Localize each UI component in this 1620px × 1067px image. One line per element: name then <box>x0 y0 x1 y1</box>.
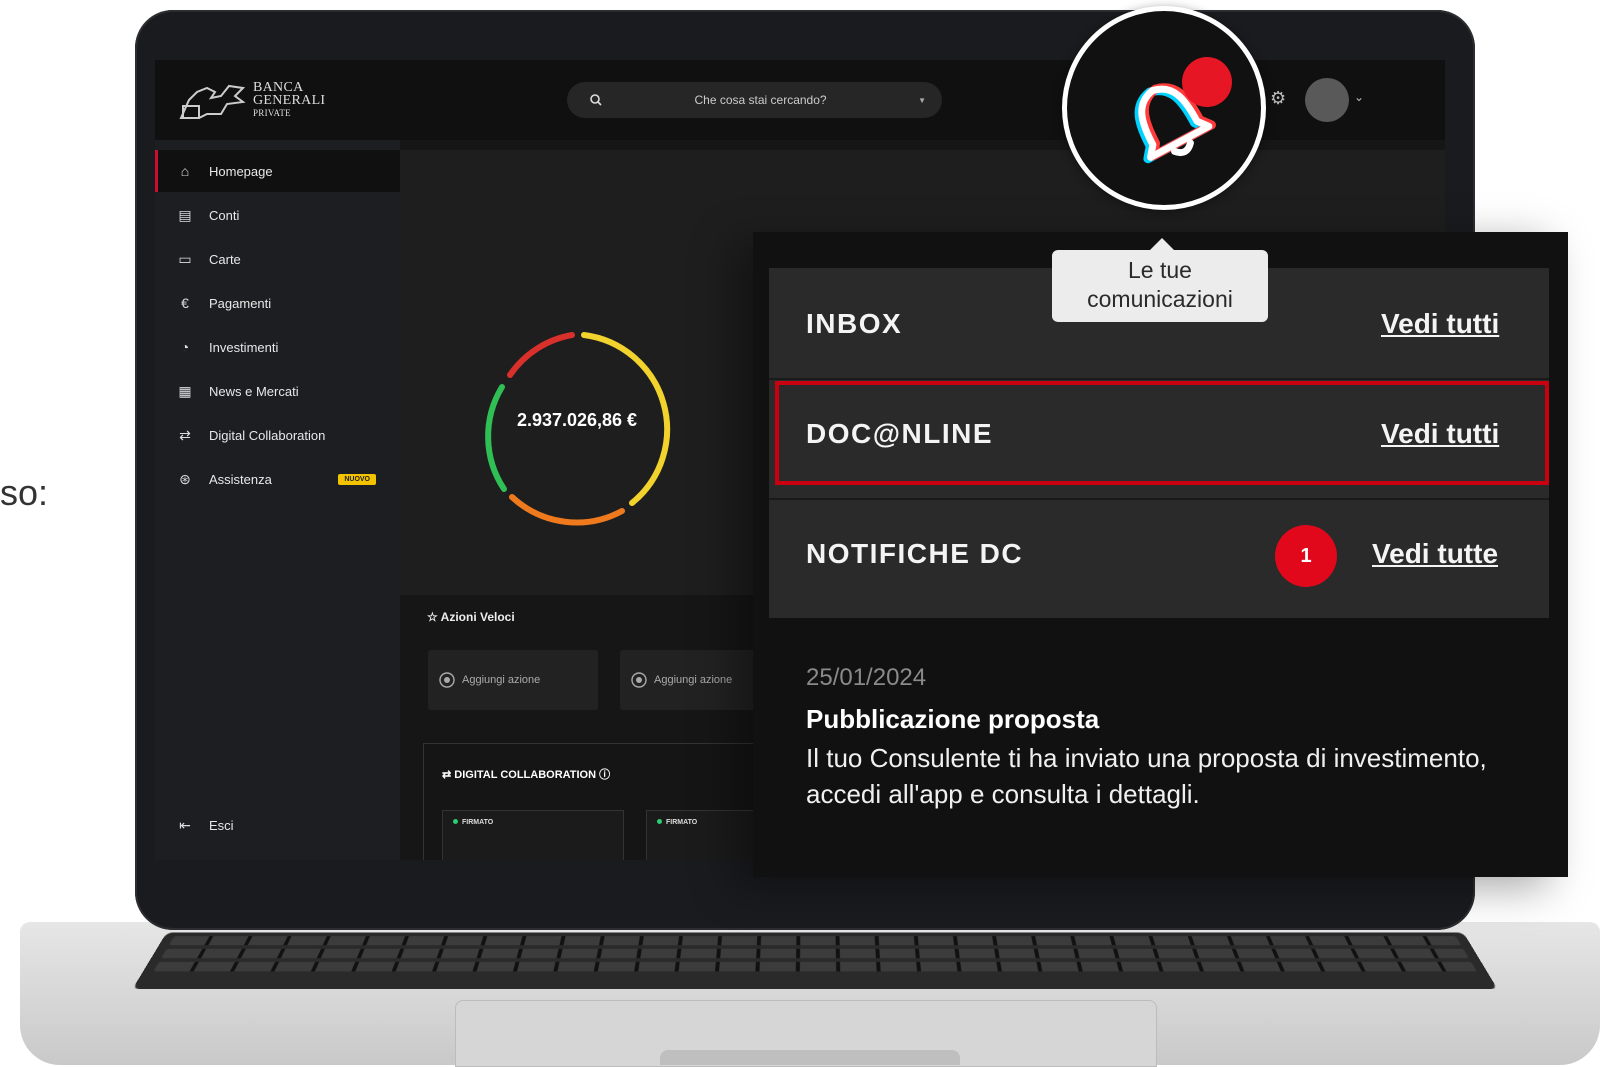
lion-logo-icon <box>179 84 246 119</box>
sidebar-item-digital-collaboration[interactable]: ⇄ Digital Collaboration <box>155 414 400 456</box>
sidebar: ⌂ Homepage ▤ Conti ▭ Carte € Pagamenti ◔… <box>155 140 400 860</box>
sidebar-item-label: Carte <box>209 251 241 267</box>
sidebar-item-label: Assistenza <box>209 471 272 487</box>
target-icon <box>439 672 455 688</box>
logout-label: Esci <box>209 817 234 833</box>
laptop-keyboard <box>132 932 1498 989</box>
sidebar-item-label: Investimenti <box>209 339 279 355</box>
pie-chart-icon: ◔ <box>180 339 190 355</box>
unread-dot <box>1182 57 1232 107</box>
new-badge: NUOVO <box>338 473 376 485</box>
sidebar-item-homepage[interactable]: ⌂ Homepage <box>155 150 400 192</box>
message-title[interactable]: Pubblicazione proposta <box>806 704 1099 735</box>
search-icon <box>590 94 602 106</box>
euro-icon: € <box>181 295 189 311</box>
dc-title-label: DIGITAL COLLABORATION <box>454 769 597 781</box>
sidebar-item-label: News e Mercati <box>209 383 299 399</box>
sidebar-item-pagamenti[interactable]: € Pagamenti <box>155 282 400 324</box>
sidebar-item-label: Homepage <box>209 163 273 179</box>
sidebar-item-carte[interactable]: ▭ Carte <box>155 238 400 280</box>
logout-button[interactable]: ⇤ Esci <box>155 804 400 846</box>
sidebar-item-label: Digital Collaboration <box>209 427 326 443</box>
dc-card[interactable]: FIRMATO <box>442 810 624 860</box>
add-action-label: Aggiungi azione <box>462 674 541 686</box>
notifiche-dc-title: NOTIFICHE DC <box>806 538 1024 569</box>
logo-text: BANCA GENERALI PRIVATE <box>253 79 326 120</box>
digital-collaboration-title: ⇄ DIGITAL COLLABORATION ⓘ <box>442 769 611 781</box>
quick-actions-label: Azioni Veloci <box>440 610 515 624</box>
notifications-tooltip: Le tue comunicazioni <box>1052 238 1268 322</box>
avatar[interactable] <box>1305 78 1349 122</box>
logo-line-1: BANCA <box>253 79 304 95</box>
search-bar[interactable]: Che cosa stai cercando? ▼ <box>567 82 942 118</box>
logo-line-3: PRIVATE <box>253 107 291 118</box>
tooltip-line-1: Le tue <box>1128 257 1192 283</box>
laptop-notch <box>660 1050 960 1065</box>
handshake-icon: ⇄ <box>179 426 191 443</box>
database-icon: ▤ <box>178 206 192 223</box>
sidebar-item-label: Pagamenti <box>209 295 272 311</box>
sidebar-item-news-mercati[interactable]: ▦ News e Mercati <box>155 370 400 412</box>
target-icon <box>631 672 647 688</box>
row-divider <box>769 378 1549 380</box>
row-divider <box>769 498 1549 500</box>
background-cut-text: so: <box>0 472 49 513</box>
search-input[interactable]: Che cosa stai cercando? <box>603 93 918 107</box>
home-icon: ⌂ <box>180 163 190 179</box>
sidebar-item-label: Conti <box>209 207 240 223</box>
dc-status: FIRMATO <box>657 819 697 826</box>
message-body: Il tuo Consulente ti ha inviato una prop… <box>806 743 1487 809</box>
add-action-button[interactable]: Aggiungi azione <box>428 650 598 710</box>
inbox-see-all-link[interactable]: Vedi tutti <box>1381 308 1499 340</box>
sidebar-item-assistenza[interactable]: ⊛ Assistenza NUOVO <box>155 458 400 500</box>
search-dropdown-icon[interactable]: ▼ <box>918 96 926 105</box>
logout-icon: ⇤ <box>179 816 191 833</box>
sidebar-item-conti[interactable]: ▤ Conti <box>155 194 400 236</box>
tooltip-line-2: comunicazioni <box>1087 286 1233 312</box>
gear-icon[interactable]: ⚙ <box>1270 88 1292 110</box>
quick-actions-title: ☆ Azioni Veloci <box>427 610 515 624</box>
notification-count-badge: 1 <box>1275 525 1337 587</box>
inbox-title: INBOX <box>806 308 903 339</box>
message-date: 25/01/2024 <box>806 664 927 691</box>
logo-line-2: GENERALI <box>253 92 326 108</box>
newspaper-icon: ▦ <box>178 382 192 399</box>
dc-status-label: FIRMATO <box>666 819 698 826</box>
portfolio-total: 2.937.026,86 € <box>516 410 638 430</box>
bell-zoom-callout[interactable] <box>1062 6 1266 210</box>
notifiche-dc-see-all-link[interactable]: Vedi tutte <box>1372 538 1498 570</box>
dc-status-label: FIRMATO <box>462 819 494 826</box>
bank-logo[interactable]: BANCA GENERALI PRIVATE <box>177 78 325 122</box>
dc-status: FIRMATO <box>453 819 493 826</box>
add-action-label: Aggiungi azione <box>654 674 733 686</box>
lifebuoy-icon: ⊛ <box>179 470 191 487</box>
sidebar-item-investimenti[interactable]: ◔ Investimenti <box>155 326 400 368</box>
chevron-down-icon[interactable]: ⌄ <box>1354 90 1364 104</box>
card-icon: ▭ <box>178 250 192 267</box>
doconline-highlight-frame <box>775 381 1549 485</box>
